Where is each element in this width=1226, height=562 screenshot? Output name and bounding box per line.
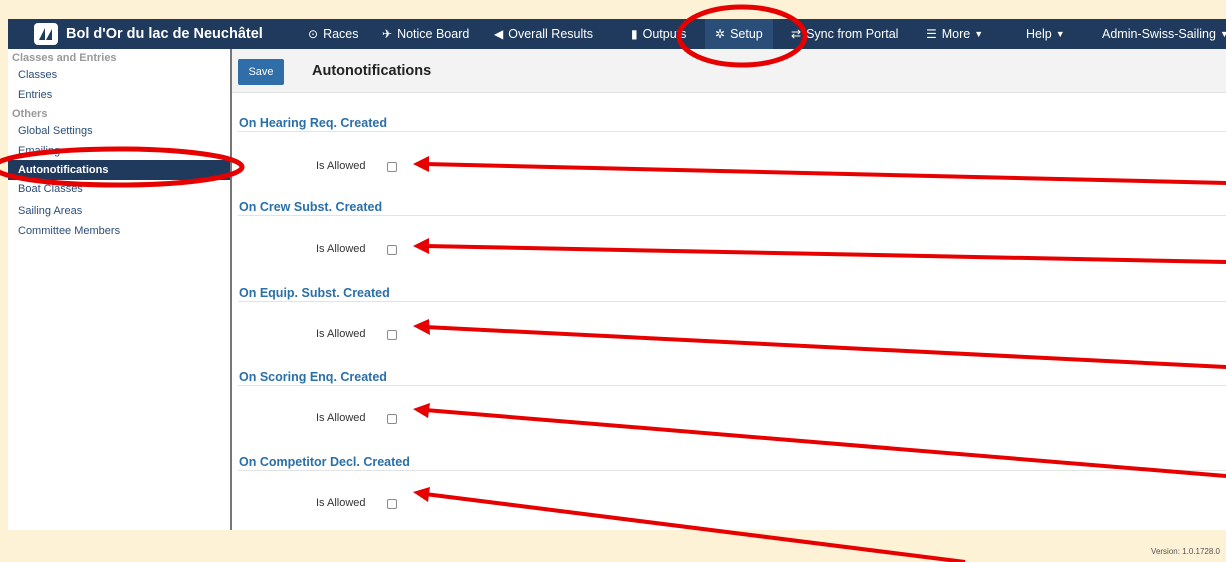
sidebar-item-boat-classes[interactable]: Boat Classes [18, 183, 83, 195]
version-text: Version: 1.0.1728.0 [1151, 547, 1220, 556]
nav-help-label: Help [1026, 27, 1052, 41]
app-brand[interactable]: Bol d'Or du lac de Neuchâtel [8, 19, 263, 49]
save-button[interactable]: Save [238, 59, 284, 85]
is-allowed-checkbox-scoring-enq[interactable] [387, 414, 397, 424]
section-title-crew-subst: On Crew Subst. Created [239, 200, 383, 214]
document-icon: ▮ [631, 27, 638, 41]
sync-arrows-icon: ⇄ [791, 27, 802, 41]
section-title-equip-subst: On Equip. Subst. Created [239, 286, 390, 300]
sidebar-item-entries[interactable]: Entries [18, 89, 52, 101]
sidebar-heading-others: Others [12, 108, 48, 120]
is-allowed-checkbox-competitor-decl[interactable] [387, 499, 397, 509]
nav-setup-label: Setup [730, 27, 763, 41]
nav-notice-board[interactable]: ✈ Notice Board [382, 19, 469, 49]
top-navbar: Bol d'Or du lac de Neuchâtel ⊙ Races ✈ N… [8, 19, 1226, 49]
sidebar-item-global-settings[interactable]: Global Settings [18, 125, 93, 137]
nav-races[interactable]: ⊙ Races [308, 19, 359, 49]
nav-races-label: Races [323, 27, 359, 41]
nav-overall-results-label: Overall Results [508, 27, 593, 41]
is-allowed-label: Is Allowed [316, 160, 366, 172]
section-title-competitor-decl: On Competitor Decl. Created [239, 455, 410, 469]
sidebar-heading-classes-entries: Classes and Entries [12, 52, 117, 64]
is-allowed-label: Is Allowed [316, 412, 366, 424]
section-title-hearing-req: On Hearing Req. Created [239, 116, 387, 130]
sidebar: Classes and Entries Classes Entries Othe… [8, 49, 232, 530]
sail-logo-icon [34, 23, 58, 45]
sidebar-item-classes[interactable]: Classes [18, 69, 57, 81]
nav-more-label: More [941, 27, 971, 41]
is-allowed-label: Is Allowed [316, 328, 366, 340]
section-title-scoring-enq: On Scoring Enq. Created [239, 370, 387, 384]
sidebar-item-emailing[interactable]: Emailing [18, 145, 60, 157]
page-title: Autonotifications [312, 63, 432, 79]
nav-user-label: Admin-Swiss-Sailing [1102, 27, 1216, 41]
nav-overall-results[interactable]: ◀ Overall Results [494, 19, 593, 49]
list-icon: ☰ [926, 27, 937, 41]
is-allowed-checkbox-hearing-req[interactable] [387, 162, 397, 172]
main-content: Save Autonotifications On Hearing Req. C… [232, 49, 1226, 530]
sidebar-item-autonotifications[interactable]: Autonotifications [8, 160, 230, 180]
nav-setup[interactable]: ✲ Setup [705, 19, 773, 49]
clock-icon: ⊙ [308, 27, 319, 41]
pushpin-icon: ✈ [382, 27, 393, 41]
nav-sync-label: Sync from Portal [806, 27, 899, 41]
is-allowed-label: Is Allowed [316, 497, 366, 509]
gear-icon: ✲ [715, 27, 726, 41]
section-divider [238, 470, 1226, 471]
is-allowed-label: Is Allowed [316, 243, 366, 255]
toolbar: Save Autonotifications [232, 49, 1226, 93]
nav-notice-board-label: Notice Board [397, 27, 470, 41]
bullhorn-icon: ◀ [494, 27, 504, 41]
section-divider [238, 131, 1226, 132]
sidebar-item-committee-members[interactable]: Committee Members [18, 225, 120, 237]
nav-sync-from-portal[interactable]: ⇄ Sync from Portal [791, 19, 898, 49]
nav-help[interactable]: Help ▼ [1026, 19, 1065, 49]
nav-outputs[interactable]: ▮ Outputs [631, 19, 686, 49]
sidebar-item-sailing-areas[interactable]: Sailing Areas [18, 205, 82, 217]
section-divider [238, 301, 1226, 302]
app-title: Bol d'Or du lac de Neuchâtel [66, 26, 263, 42]
chevron-down-icon: ▼ [1219, 29, 1226, 39]
is-allowed-checkbox-crew-subst[interactable] [387, 245, 397, 255]
chevron-down-icon: ▼ [974, 29, 984, 39]
section-divider [238, 215, 1226, 216]
nav-more[interactable]: ☰ More ▼ [926, 19, 983, 49]
nav-outputs-label: Outputs [642, 27, 687, 41]
nav-user-menu[interactable]: Admin-Swiss-Sailing ▼ [1102, 19, 1226, 49]
chevron-down-icon: ▼ [1055, 29, 1065, 39]
section-divider [238, 385, 1226, 386]
is-allowed-checkbox-equip-subst[interactable] [387, 330, 397, 340]
